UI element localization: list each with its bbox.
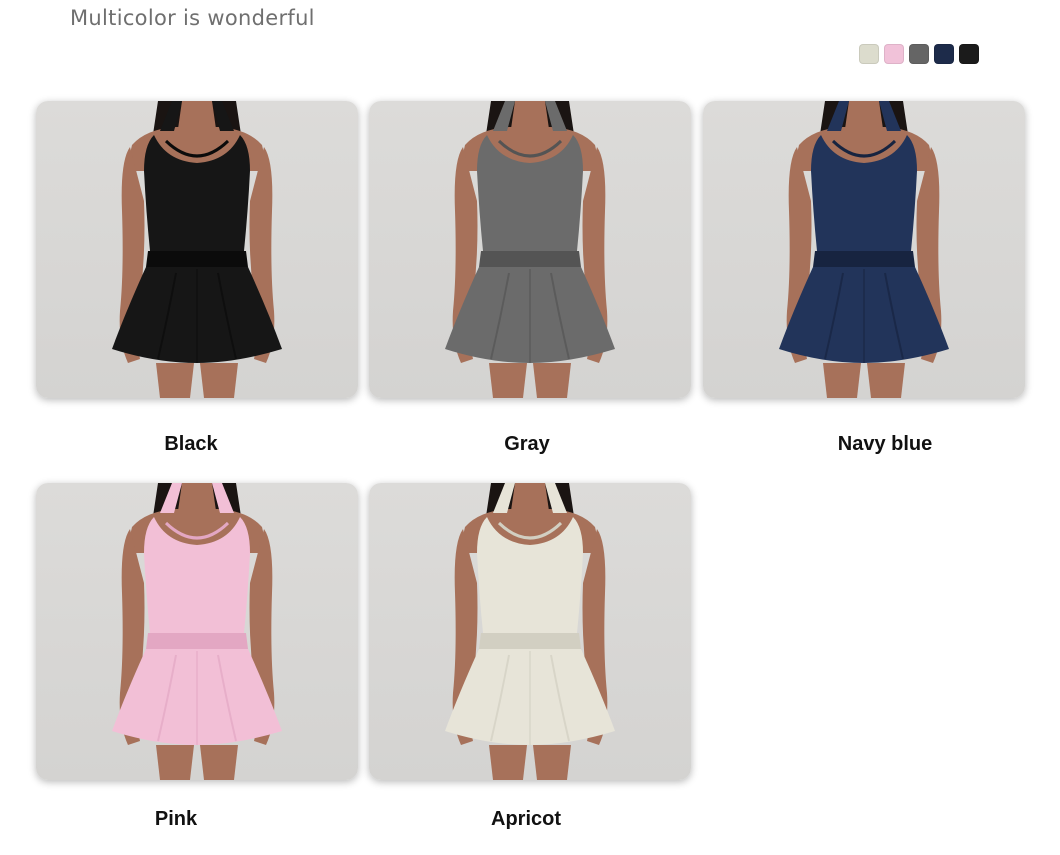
color-label-apricot: Apricot — [491, 808, 561, 830]
navy-swatch[interactable] — [934, 44, 954, 64]
product-image-pink[interactable] — [36, 483, 358, 780]
apricot-swatch[interactable] — [859, 44, 879, 64]
model-figure — [112, 483, 282, 780]
model-figure — [779, 101, 949, 398]
model-figure — [445, 101, 615, 398]
color-swatches — [859, 44, 979, 64]
model-figure — [112, 101, 282, 398]
product-image-gray[interactable] — [369, 101, 691, 398]
color-label-pink: Pink — [154, 808, 198, 830]
color-label-black: Black — [164, 433, 218, 455]
black-swatch[interactable] — [959, 44, 979, 64]
gray-swatch[interactable] — [909, 44, 929, 64]
color-label-gray: Gray — [504, 433, 550, 455]
section-heading: Multicolor is wonderful — [70, 6, 315, 30]
model-figure — [445, 483, 615, 780]
product-image-navy-blue[interactable] — [703, 101, 1025, 398]
pink-swatch[interactable] — [884, 44, 904, 64]
product-image-black[interactable] — [36, 101, 358, 398]
product-image-apricot[interactable] — [369, 483, 691, 780]
color-label-navy-blue: Navy blue — [837, 433, 933, 455]
